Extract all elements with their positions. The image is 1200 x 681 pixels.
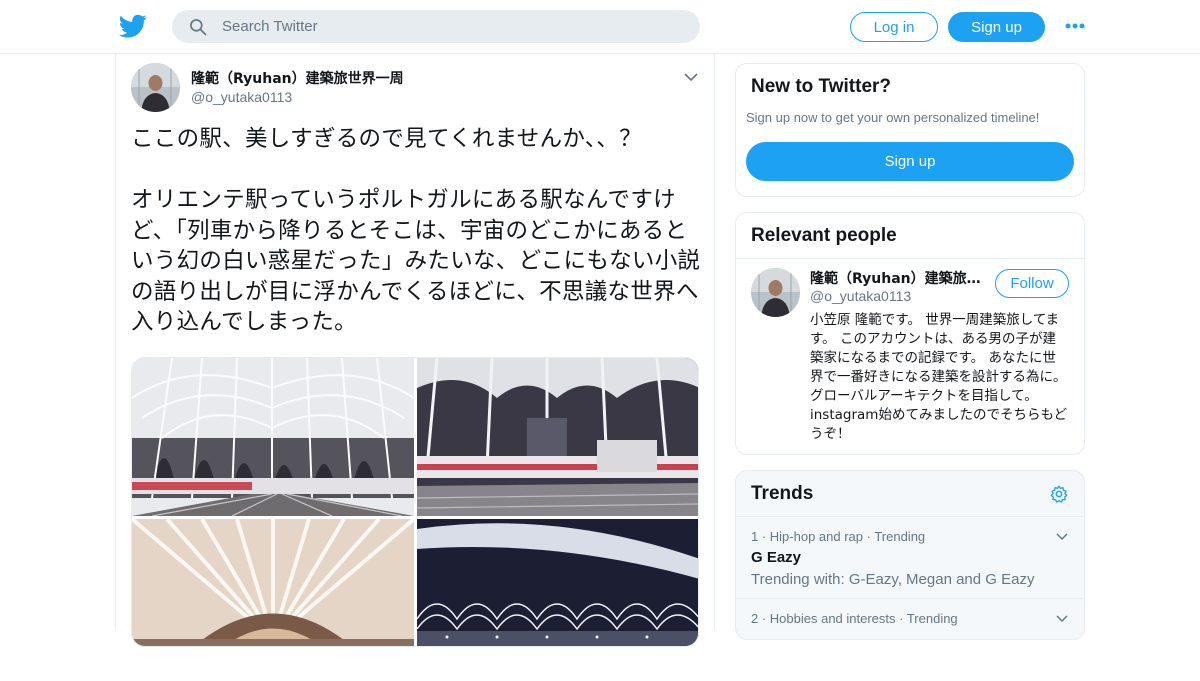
search-input[interactable] bbox=[222, 18, 662, 35]
avatar[interactable] bbox=[131, 63, 180, 112]
tweet-photo[interactable] bbox=[417, 519, 698, 646]
trend-meta: 1 · Hip-hop and rap · Trending bbox=[751, 529, 926, 544]
tweet-author-name[interactable]: 隆範（Ryuhan）建築旅世界一周 bbox=[191, 68, 404, 88]
card-title: New to Twitter? bbox=[751, 76, 892, 97]
card-title: Relevant people bbox=[751, 225, 897, 246]
tweet-author-handle[interactable]: @o_yutaka0113 bbox=[191, 89, 292, 105]
trend-meta: 2 · Hobbies and interests · Trending bbox=[751, 611, 958, 626]
tweet: 隆範（Ryuhan）建築旅世界一周 @o_yutaka0113 ここの駅、美しす… bbox=[115, 54, 715, 647]
trend-related: Trending with: G-Eazy, Megan and G Eazy bbox=[751, 571, 1035, 588]
trend-name[interactable]: G Eazy bbox=[751, 549, 801, 566]
divider bbox=[736, 258, 1084, 259]
signup-button[interactable]: Sign up bbox=[746, 142, 1074, 181]
login-button[interactable]: Log in bbox=[850, 12, 938, 42]
relevant-people-card: Relevant people 隆範（Ryuhan）建築旅世界一周 @o_yut… bbox=[735, 212, 1085, 455]
signup-button[interactable]: Sign up bbox=[948, 12, 1045, 42]
more-dots-icon[interactable] bbox=[1064, 20, 1086, 32]
trends-card: Trends 1 · Hip-hop and rap · Trending G … bbox=[735, 470, 1085, 640]
search-bar[interactable] bbox=[172, 10, 700, 43]
twitter-bird-icon[interactable] bbox=[118, 12, 148, 40]
search-icon bbox=[190, 18, 207, 35]
tweet-text: ここの駅、美しすぎるので見てくれませんか、、？ オリエンテ駅っていうポルトガルに… bbox=[131, 126, 701, 335]
new-to-twitter-card: New to Twitter? Sign up now to get your … bbox=[735, 63, 1085, 197]
card-title: Trends bbox=[751, 483, 814, 504]
chevron-down-icon[interactable] bbox=[1056, 615, 1068, 623]
person-handle[interactable]: @o_yutaka0113 bbox=[810, 288, 911, 304]
tweet-photo[interactable] bbox=[417, 358, 698, 516]
tweet-photo[interactable] bbox=[132, 358, 414, 516]
person-name[interactable]: 隆範（Ryuhan）建築旅世界一周 bbox=[810, 268, 985, 288]
tweet-media-grid[interactable] bbox=[131, 357, 699, 647]
chevron-down-icon[interactable] bbox=[1056, 533, 1068, 541]
avatar[interactable] bbox=[751, 268, 800, 317]
follow-button[interactable]: Follow bbox=[995, 269, 1069, 298]
card-subtitle: Sign up now to get your own personalized… bbox=[746, 110, 1040, 125]
gear-icon[interactable] bbox=[1049, 484, 1069, 504]
person-bio: 小笠原 隆範です。 世界一周建築旅してます。 このアカウントは、ある男の子が建築… bbox=[810, 312, 1068, 442]
tweet-photo[interactable] bbox=[132, 519, 414, 646]
chevron-down-icon[interactable] bbox=[684, 72, 698, 82]
trend-item[interactable]: 1 · Hip-hop and rap · Trending G Eazy Tr… bbox=[736, 517, 1084, 599]
trend-item[interactable]: 2 · Hobbies and interests · Trending bbox=[736, 599, 1084, 681]
top-bar: Log in Sign up bbox=[0, 0, 1200, 54]
